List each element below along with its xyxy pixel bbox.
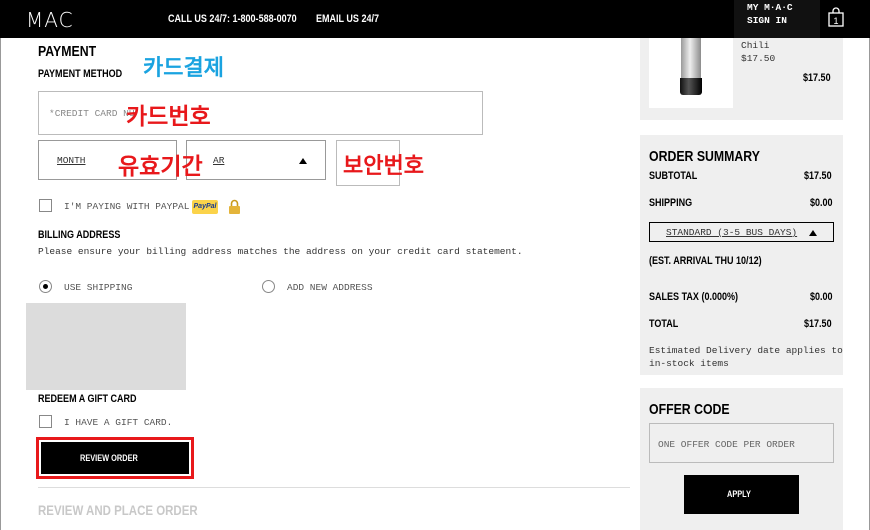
sales-tax-value: $0.00	[810, 291, 833, 303]
paypal-logo: PayPal	[192, 200, 218, 214]
year-label: AR	[213, 155, 225, 166]
my-mac-menu[interactable]: MY M·A·C SIGN IN	[734, 0, 820, 38]
product-price: $17.50	[741, 53, 776, 64]
annotation-expiry: 유효기간	[118, 154, 203, 180]
review-order-button[interactable]: REVIEW ORDER	[41, 442, 189, 474]
use-shipping-label[interactable]: USE SHIPPING	[64, 282, 132, 293]
add-new-address-radio[interactable]	[262, 280, 275, 293]
frame-left-edge	[0, 38, 1, 530]
caret-up-icon	[809, 230, 817, 236]
subtotal-value: $17.50	[804, 170, 832, 182]
my-mac-label: MY M·A·C	[747, 2, 793, 13]
gift-card-title: REDEEM A GIFT CARD	[38, 393, 137, 405]
subtotal-label: SUBTOTAL	[649, 170, 698, 182]
order-summary-title: ORDER SUMMARY	[649, 148, 760, 165]
total-label: TOTAL	[649, 318, 679, 330]
delivery-note-line-2: in-stock items	[649, 358, 729, 369]
shipping-method-value: STANDARD (3-5 BUS DAYS)	[666, 227, 798, 238]
offer-code-title: OFFER CODE	[649, 401, 730, 418]
shipping-value: $0.00	[810, 197, 833, 209]
address-placeholder-block	[26, 303, 186, 390]
apply-offer-button[interactable]: APPLY	[684, 475, 799, 514]
paypal-label[interactable]: I'M PAYING WITH PAYPAL	[64, 201, 189, 212]
section-divider	[38, 487, 630, 488]
shipping-label: SHIPPING	[649, 197, 693, 209]
paypal-checkbox[interactable]	[39, 199, 52, 212]
credit-card-number-input[interactable]: *CREDIT CARD NU	[38, 91, 483, 135]
delivery-note: Estimated Delivery date applies to in-st…	[649, 344, 843, 370]
sales-tax-label: SALES TAX (0.000%)	[649, 291, 739, 303]
payment-title: PAYMENT	[38, 43, 97, 60]
product-image	[649, 38, 733, 108]
delivery-note-line-1: Estimated Delivery date applies to	[649, 345, 843, 356]
shopping-bag-icon[interactable]: 1	[828, 7, 844, 27]
annotation-security-code: 보안번호	[343, 154, 424, 179]
gift-card-label[interactable]: I HAVE A GIFT CARD.	[64, 417, 172, 428]
billing-address-title: BILLING ADDRESS	[38, 229, 121, 241]
email-us-link[interactable]: EMAIL US 24/7	[316, 13, 393, 25]
offer-code-placeholder: ONE OFFER CODE PER ORDER	[658, 439, 795, 450]
gift-card-checkbox[interactable]	[39, 415, 52, 428]
product-name: Chili	[741, 40, 770, 51]
total-value: $17.50	[804, 318, 832, 330]
payment-method-label: PAYMENT METHOD	[38, 68, 123, 80]
lipstick-tube	[681, 38, 701, 78]
mac-logo[interactable]: MAC	[26, 8, 74, 32]
est-arrival: (EST. ARRIVAL THU 10/12)	[649, 255, 762, 267]
top-bar: MAC CALL US 24/7: 1-800-588-0070 EMAIL U…	[0, 0, 870, 38]
billing-address-note: Please ensure your billing address match…	[38, 246, 523, 257]
review-place-order-title: REVIEW AND PLACE ORDER	[38, 502, 198, 518]
annotation-card-number: 카드번호	[126, 104, 211, 130]
use-shipping-radio[interactable]	[39, 280, 52, 293]
lock-icon	[229, 199, 240, 214]
caret-up-icon	[299, 158, 307, 164]
call-us-link[interactable]: CALL US 24/7: 1-800-588-0070	[168, 13, 325, 25]
bag-count: 1	[833, 16, 838, 26]
annotation-card-payment: 카드결제	[143, 56, 224, 81]
product-line-total: $17.50	[803, 72, 831, 84]
month-label: MONTH	[57, 155, 86, 166]
lipstick-base	[680, 78, 702, 95]
offer-code-input[interactable]: ONE OFFER CODE PER ORDER	[649, 423, 834, 463]
shipping-method-select[interactable]: STANDARD (3-5 BUS DAYS)	[649, 222, 834, 242]
expiry-year-select[interactable]: AR	[186, 140, 326, 180]
add-new-address-label[interactable]: ADD NEW ADDRESS	[287, 282, 373, 293]
sign-in-link[interactable]: SIGN IN	[747, 15, 787, 26]
credit-card-placeholder: *CREDIT CARD NU	[49, 108, 135, 119]
